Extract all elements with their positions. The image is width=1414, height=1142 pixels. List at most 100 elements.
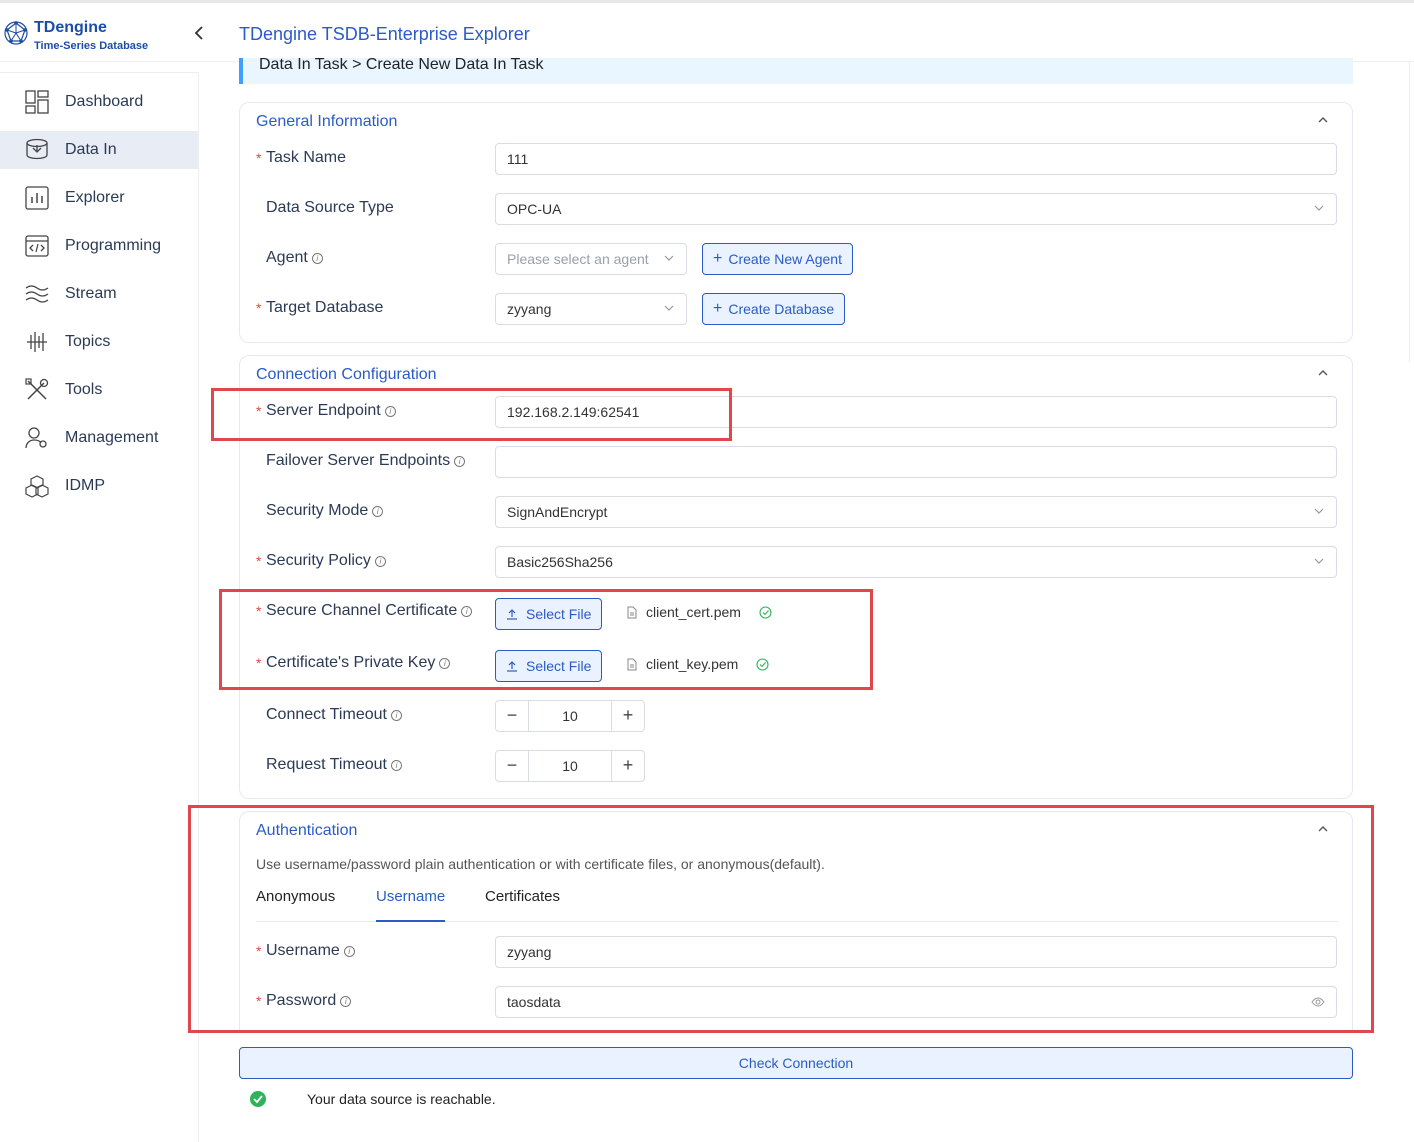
sidebar-item-label: Data In	[65, 141, 117, 158]
certificate-file-item[interactable]: client_cert.pem	[626, 604, 772, 620]
app-logo[interactable]: TDengine Time-Series Database	[0, 17, 200, 57]
logo-name: TDengine	[34, 19, 107, 36]
request-timeout-label: Request Timeout i	[256, 756, 402, 774]
request-timeout-value[interactable]: 10	[528, 751, 612, 781]
increment-button[interactable]: +	[612, 751, 644, 781]
upload-icon	[507, 661, 517, 672]
label-text: Certificate's Private Key	[266, 654, 436, 671]
label-text: Username	[266, 942, 340, 959]
security-policy-select[interactable]: Basic256Sha256	[495, 546, 1337, 578]
select-placeholder: Please select an agent	[507, 251, 649, 267]
username-label: * Username i	[256, 942, 355, 960]
required-mark: *	[256, 655, 262, 671]
info-icon[interactable]: i	[372, 505, 384, 517]
top-bar: TDengine Time-Series Database TDengine T…	[0, 0, 1414, 62]
collapse-sidebar-icon[interactable]	[190, 23, 208, 43]
label-text: Server Endpoint	[266, 402, 381, 419]
section-title[interactable]: Connection Configuration	[256, 366, 437, 384]
label-text: Secure Channel Certificate	[266, 602, 458, 619]
select-certificate-file-button[interactable]: Select File	[495, 598, 603, 630]
sidebar-item-label: Management	[65, 429, 159, 446]
section-title[interactable]: General Information	[256, 113, 397, 131]
select-value: OPC-UA	[507, 201, 562, 217]
upload-icon	[507, 609, 517, 620]
file-name: client_key.pem	[646, 656, 739, 672]
breadcrumb: Data In Task > Create New Data In Task	[239, 58, 1353, 84]
sidebar-item-topics[interactable]: Topics	[0, 323, 198, 361]
info-icon[interactable]: i	[340, 995, 352, 1007]
required-mark: *	[256, 553, 262, 569]
info-icon[interactable]: i	[461, 605, 473, 617]
password-input[interactable]: taosdata	[495, 986, 1337, 1018]
info-icon[interactable]: i	[454, 455, 466, 467]
authentication-description: Use username/password plain authenticati…	[256, 856, 825, 872]
info-icon[interactable]: i	[384, 405, 396, 417]
password-label: * Password i	[256, 992, 352, 1010]
select-value: SignAndEncrypt	[507, 504, 608, 520]
connect-timeout-stepper[interactable]: − 10 +	[495, 700, 645, 732]
security-mode-label: Security Mode i	[256, 502, 384, 520]
plus-icon: +	[713, 300, 723, 317]
failover-server-endpoints-input[interactable]	[495, 446, 1337, 478]
username-input[interactable]: zyyang	[495, 936, 1337, 968]
create-new-agent-button[interactable]: + Create New Agent	[702, 243, 853, 275]
server-endpoint-input[interactable]: 192.168.2.149:62541	[495, 396, 1337, 428]
select-private-key-file-button[interactable]: Select File	[495, 650, 603, 682]
target-database-label: * Target Database	[256, 299, 383, 317]
sidebar-item-dashboard[interactable]: Dashboard	[0, 83, 198, 121]
connect-timeout-label: Connect Timeout i	[256, 706, 402, 724]
label-text: Agent	[266, 249, 308, 266]
info-icon[interactable]: i	[374, 555, 386, 567]
connect-timeout-value[interactable]: 10	[528, 701, 612, 731]
tab-anonymous[interactable]: Anonymous	[256, 888, 335, 922]
private-key-file-item[interactable]: client_key.pem	[626, 656, 769, 672]
check-connection-button[interactable]: Check Connection	[239, 1047, 1353, 1079]
label-text: Request Timeout	[266, 756, 387, 773]
target-database-select[interactable]: zyyang	[495, 293, 687, 325]
security-policy-label: * Security Policy i	[256, 552, 386, 570]
tab-username[interactable]: Username	[376, 888, 446, 922]
sidebar-item-explorer[interactable]: Explorer	[0, 179, 198, 217]
chevron-up-icon[interactable]	[1316, 822, 1330, 836]
sidebar-item-programming[interactable]: Programming	[0, 227, 198, 265]
sidebar-item-label: Explorer	[65, 189, 125, 206]
info-icon[interactable]: i	[311, 252, 323, 264]
create-database-button[interactable]: + Create Database	[702, 293, 846, 325]
scrollbar-track[interactable]	[1409, 62, 1410, 362]
label-text: Failover Server Endpoints	[266, 452, 451, 469]
data-source-type-select[interactable]: OPC-UA	[495, 193, 1337, 225]
failover-server-endpoints-label: Failover Server Endpoints i	[256, 452, 466, 470]
sidebar-item-stream[interactable]: Stream	[0, 275, 198, 313]
tools-icon	[25, 378, 49, 400]
file-icon	[627, 658, 637, 670]
request-timeout-stepper[interactable]: − 10 +	[495, 750, 645, 782]
sidebar-item-management[interactable]: Management	[0, 419, 198, 457]
chevron-up-icon[interactable]	[1316, 366, 1330, 380]
increment-button[interactable]: +	[612, 701, 644, 731]
sidebar-item-idmp[interactable]: IDMP	[0, 467, 198, 505]
required-mark: *	[256, 993, 262, 1009]
info-icon[interactable]: i	[439, 657, 451, 669]
sidebar-item-tools[interactable]: Tools	[0, 371, 198, 409]
decrement-button[interactable]: −	[496, 751, 528, 781]
info-icon[interactable]: i	[343, 945, 355, 957]
tdengine-logo-icon	[4, 21, 28, 45]
label-text: Password	[266, 992, 337, 1009]
decrement-button[interactable]: −	[496, 701, 528, 731]
sidebar-item-label: Stream	[65, 285, 117, 302]
authentication-tabs: Anonymous Username Certificates	[256, 884, 1338, 922]
chevron-up-icon[interactable]	[1316, 113, 1330, 127]
programming-icon	[25, 235, 49, 257]
tab-certificates[interactable]: Certificates	[485, 888, 560, 922]
section-title[interactable]: Authentication	[256, 822, 357, 840]
task-name-input[interactable]: 111	[495, 143, 1337, 175]
connection-configuration-section: Connection Configuration * Server Endpoin…	[239, 355, 1353, 799]
info-icon[interactable]: i	[390, 759, 402, 771]
info-icon[interactable]: i	[390, 709, 402, 721]
dashboard-icon	[25, 90, 49, 114]
sidebar-item-label: Dashboard	[65, 93, 144, 110]
eye-icon[interactable]	[1311, 997, 1325, 1007]
agent-select[interactable]: Please select an agent	[495, 243, 687, 275]
sidebar-item-data-in[interactable]: Data In	[0, 131, 198, 169]
security-mode-select[interactable]: SignAndEncrypt	[495, 496, 1337, 528]
